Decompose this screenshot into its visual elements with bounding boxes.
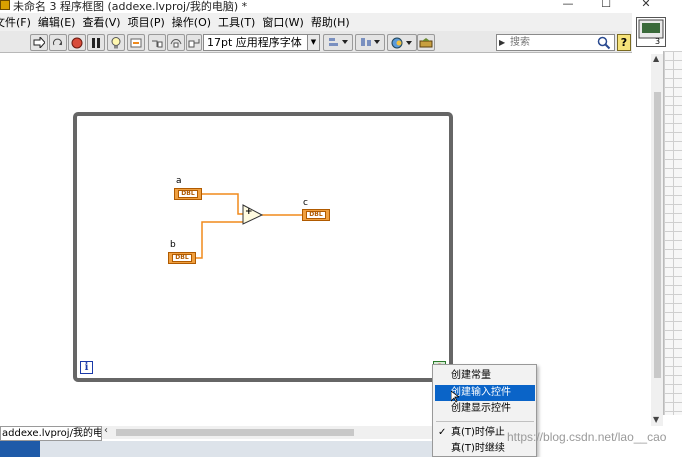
- highlight-execution-button[interactable]: [107, 34, 125, 51]
- menu-file[interactable]: 文件(F): [0, 14, 38, 30]
- block-diagram-canvas[interactable]: + i a DBL b DBL c DBL: [0, 54, 651, 426]
- step-out-button[interactable]: [186, 34, 202, 51]
- menu-tools[interactable]: 工具(T): [218, 14, 262, 30]
- label-b: b: [170, 240, 176, 250]
- vertical-scroll-thumb[interactable]: [654, 92, 661, 378]
- font-select[interactable]: 17pt 应用程序字体 ▼: [203, 34, 320, 51]
- menu-help[interactable]: 帮助(H): [311, 14, 357, 30]
- dbl-type-indicator: DBL: [172, 254, 192, 262]
- taskbar-app-button[interactable]: [0, 441, 40, 457]
- step-into-icon: [152, 40, 163, 47]
- menu-project[interactable]: 项目(P): [128, 14, 172, 30]
- step-over-button[interactable]: [167, 34, 185, 51]
- label-a: a: [176, 176, 182, 186]
- vi-icon[interactable]: 3: [636, 17, 666, 47]
- scroll-up-icon[interactable]: ▲: [653, 54, 659, 63]
- window-title: 未命名 3 程序框图 (addexe.lvproj/我的电脑) *: [13, 0, 248, 13]
- control-a-dbl[interactable]: DBL: [174, 188, 202, 200]
- menu-operate[interactable]: 操作(O): [172, 14, 218, 30]
- menu-create-control[interactable]: 创建输入控件: [435, 385, 535, 401]
- clean-up-icon: [419, 38, 433, 48]
- distribute-objects-button[interactable]: [355, 34, 385, 51]
- close-button[interactable]: ✕: [636, 0, 656, 11]
- toolbar: 17pt 应用程序字体 ▼ ▶ ?: [0, 31, 632, 53]
- context-help-button[interactable]: ?: [617, 34, 631, 51]
- chevron-down-icon: ▼: [307, 35, 319, 50]
- run-arrow-icon: [33, 37, 45, 48]
- svg-text:3: 3: [655, 37, 660, 46]
- stop-icon: [71, 37, 83, 48]
- step-into-button[interactable]: [148, 34, 166, 51]
- step-over-icon: [170, 38, 182, 47]
- font-select-value: 17pt 应用程序字体: [207, 36, 302, 49]
- retain-wire-values-button[interactable]: [127, 34, 145, 51]
- dbl-type-indicator: DBL: [178, 190, 198, 198]
- labview-app-icon: [0, 0, 10, 10]
- align-objects-button[interactable]: [323, 34, 353, 51]
- iteration-terminal[interactable]: i: [80, 361, 93, 374]
- project-context-tab[interactable]: addexe.lvproj/我的电脑: [0, 426, 102, 441]
- title-bar: 未命名 3 程序框图 (addexe.lvproj/我的电脑) * — ☐ ✕: [0, 0, 682, 13]
- indicator-c-dbl[interactable]: DBL: [302, 209, 330, 221]
- mouse-cursor-icon: [451, 391, 459, 403]
- control-b-dbl[interactable]: DBL: [168, 252, 196, 264]
- lightbulb-icon: [111, 36, 121, 48]
- menu-create-constant[interactable]: 创建常量: [435, 368, 535, 384]
- search-input[interactable]: [510, 36, 590, 49]
- pause-icon: [92, 37, 100, 48]
- run-continuously-button[interactable]: [49, 34, 67, 51]
- run-button[interactable]: [30, 34, 48, 51]
- menu-edit[interactable]: 编辑(E): [38, 14, 83, 30]
- step-out-icon: [188, 38, 200, 47]
- align-icon: [329, 38, 348, 46]
- watermark-text: https://blog.csdn.net/lao__cao: [507, 430, 667, 444]
- search-box[interactable]: ▶: [496, 34, 615, 51]
- minimize-button[interactable]: —: [558, 0, 578, 11]
- scroll-down-icon[interactable]: ▼: [653, 415, 659, 424]
- distribute-icon: [361, 38, 380, 46]
- clean-up-diagram-button[interactable]: [417, 34, 435, 51]
- taskbar: [0, 441, 432, 457]
- pause-button[interactable]: [87, 34, 105, 51]
- vi-connector-icon: 3: [638, 19, 664, 46]
- reorder-button[interactable]: [387, 34, 417, 51]
- menu-separator: [436, 421, 534, 422]
- reorder-icon: [391, 37, 412, 48]
- probe-icon: [130, 38, 142, 47]
- abort-button[interactable]: [68, 34, 86, 51]
- menu-create-indicator[interactable]: 创建显示控件: [435, 401, 535, 417]
- search-icon: [597, 36, 611, 50]
- menu-window[interactable]: 窗口(W): [262, 14, 310, 30]
- vertical-scrollbar[interactable]: ▲ ▼: [651, 54, 663, 426]
- while-loop[interactable]: [73, 112, 453, 382]
- maximize-button[interactable]: ☐: [596, 0, 616, 11]
- horizontal-scroll-thumb[interactable]: [116, 429, 354, 436]
- menu-bar: 文件(F) 编辑(E) 查看(V) 项目(P) 操作(O) 工具(T) 窗口(W…: [0, 13, 632, 31]
- label-c: c: [303, 198, 308, 208]
- dbl-type-indicator: DBL: [306, 211, 326, 219]
- connector-pane-grid: [663, 51, 682, 415]
- horizontal-scrollbar[interactable]: ‹: [102, 425, 432, 439]
- run-continuously-icon: [53, 38, 62, 46]
- scroll-left-icon[interactable]: ‹: [104, 425, 108, 436]
- menu-view[interactable]: 查看(V): [82, 14, 127, 30]
- search-expand-icon: ▶: [499, 38, 506, 47]
